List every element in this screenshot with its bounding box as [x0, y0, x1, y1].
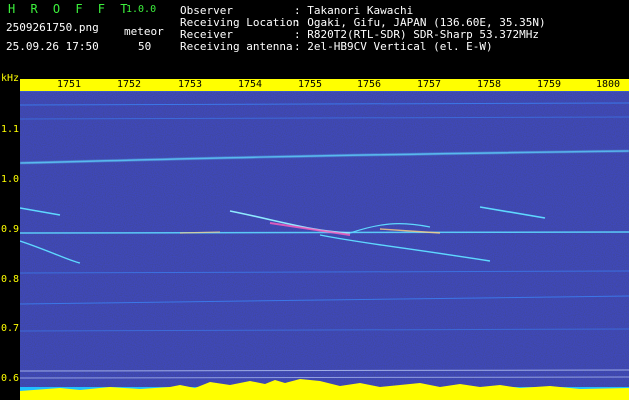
capture-datetime: 25.09.26 17:50 [6, 40, 99, 53]
y-tick-label: 1.1 [1, 124, 20, 135]
x-tick-label: 1758 [477, 79, 502, 91]
mode-label: meteor [124, 25, 164, 38]
x-tick-label: 1751 [57, 79, 82, 91]
x-tick-label: 1752 [117, 79, 142, 91]
noise-floor [20, 91, 629, 400]
spectrogram [20, 91, 629, 400]
x-tick-label: 1755 [298, 79, 323, 91]
x-tick-label: 1756 [357, 79, 382, 91]
meteor-count: 50 [138, 40, 152, 53]
y-tick-label: 0.6 [1, 373, 20, 384]
info-value-antenna: : 2el-HB9CV Vertical (el. E-W) [294, 40, 493, 53]
x-tick-label: 1800 [596, 79, 621, 91]
y-tick-label: 0.7 [1, 323, 20, 334]
app-version: 1.0.0 [126, 4, 157, 15]
info-label-antenna: Receiving antenna [180, 40, 293, 53]
image-filename: 2509261750.png [6, 21, 99, 34]
x-tick-label: 1753 [178, 79, 203, 91]
y-tick-label: 0.9 [1, 224, 20, 235]
x-tick-label: 1759 [537, 79, 562, 91]
app-brand: H R O F F T [8, 2, 132, 16]
x-tick-label: 1754 [238, 79, 263, 91]
y-tick-label: 1.0 [1, 174, 20, 185]
y-tick-label: 0.8 [1, 274, 20, 285]
x-tick-label: 1757 [417, 79, 442, 91]
frequency-unit-label: kHz [1, 73, 20, 84]
hrofft-screen: H R O F F T 1.0.0 2509261750.png meteor … [0, 0, 629, 400]
